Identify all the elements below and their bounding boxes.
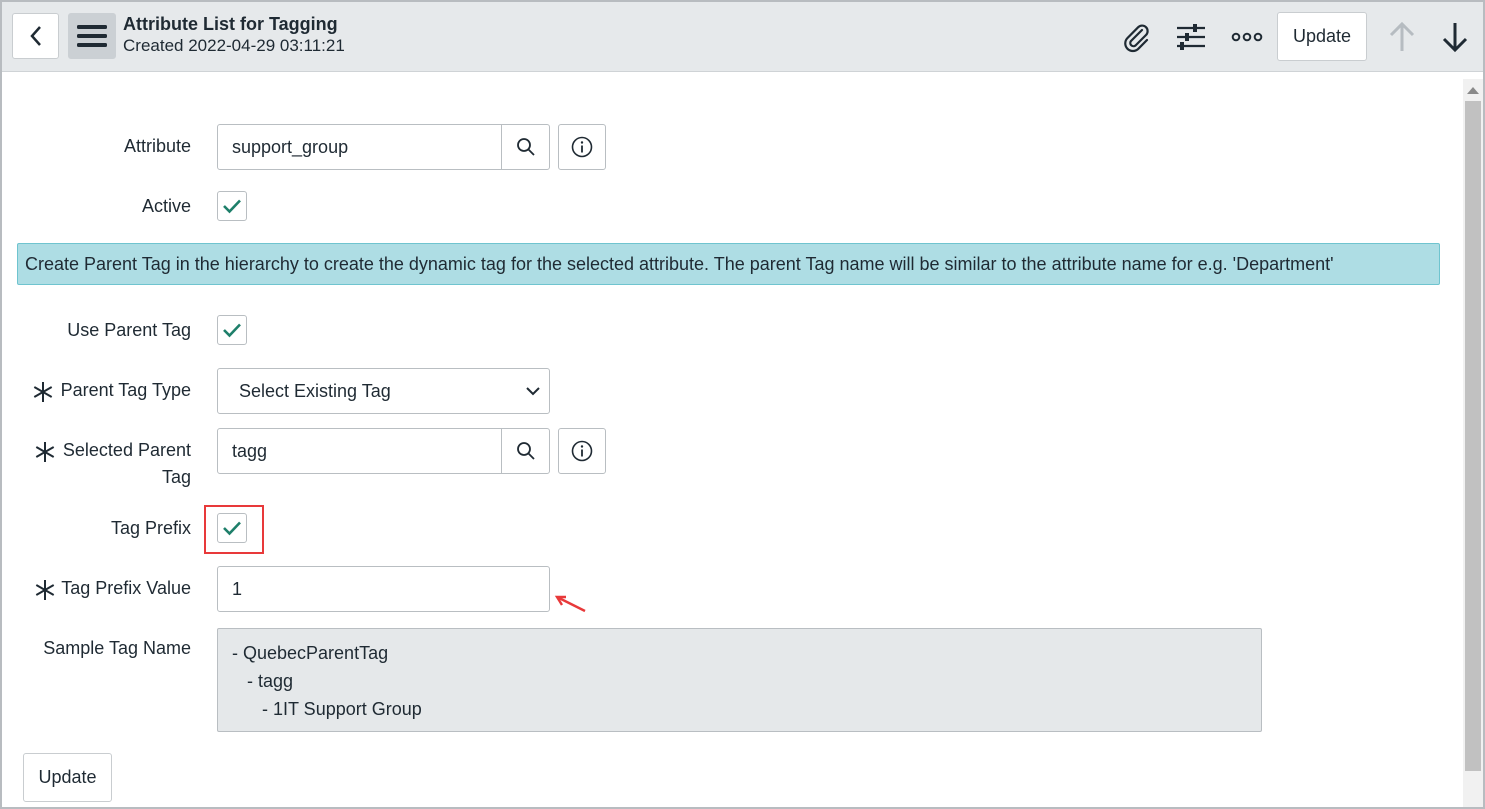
selected-parent-tag-info-button[interactable] xyxy=(558,428,606,474)
selected-parent-tag-label-line2: Tag xyxy=(161,467,191,487)
active-checkbox[interactable] xyxy=(217,191,247,221)
use-parent-tag-label: Use Parent Tag xyxy=(67,320,191,340)
checkmark-icon xyxy=(223,323,241,338)
tag-prefix-value-input[interactable]: 1 xyxy=(217,566,550,612)
use-parent-tag-checkbox[interactable] xyxy=(217,315,247,345)
update-button-header[interactable]: Update xyxy=(1277,12,1367,61)
personalize-form-button[interactable] xyxy=(1171,17,1211,57)
selected-parent-tag-label-line1: Selected Parent xyxy=(62,440,191,460)
parent-tag-type-select[interactable]: Select Existing Tag xyxy=(217,368,550,414)
scroll-up-arrow-icon[interactable] xyxy=(1467,87,1479,94)
search-icon xyxy=(516,442,535,460)
next-record-button[interactable] xyxy=(1435,17,1475,57)
arrow-down-icon xyxy=(1442,23,1468,53)
sample-tag-line: - 1IT Support Group xyxy=(232,699,422,719)
sliders-icon xyxy=(1177,24,1205,50)
attribute-label: Attribute xyxy=(123,136,191,156)
attribute-lookup-button[interactable] xyxy=(501,124,550,170)
active-label: Active xyxy=(141,196,191,216)
required-asterisk-icon xyxy=(33,382,53,402)
info-icon xyxy=(571,440,593,462)
tag-prefix-checkbox[interactable] xyxy=(217,513,247,543)
sample-tag-name-label: Sample Tag Name xyxy=(43,638,191,658)
checkmark-icon xyxy=(223,521,241,536)
more-dots-icon xyxy=(1231,32,1263,42)
arrow-up-icon xyxy=(1389,21,1415,51)
attribute-info-button[interactable] xyxy=(558,124,606,170)
created-timestamp: Created 2022-04-29 03:11:21 xyxy=(123,36,345,55)
required-asterisk-icon xyxy=(35,442,55,462)
parent-tag-type-label: Parent Tag Type xyxy=(60,380,191,400)
attribute-input[interactable]: support_group xyxy=(217,124,502,170)
form-header: Attribute List for Tagging Created 2022-… xyxy=(2,2,1483,72)
title-block: Attribute List for Tagging Created 2022-… xyxy=(123,14,345,56)
app-frame: Attribute List for Tagging Created 2022-… xyxy=(0,0,1485,809)
tag-prefix-value-label: Tag Prefix Value xyxy=(61,578,191,598)
sample-tag-name-preview: - QuebecParentTag - tagg - 1IT Support G… xyxy=(217,628,1262,732)
chevron-left-icon xyxy=(29,26,41,46)
context-menu-button[interactable] xyxy=(68,13,116,59)
paperclip-icon xyxy=(1124,24,1149,53)
parent-tag-type-value: Select Existing Tag xyxy=(239,380,391,401)
hamburger-icon xyxy=(77,25,107,47)
scroll-thumb[interactable] xyxy=(1465,101,1481,771)
required-asterisk-icon xyxy=(35,580,55,600)
selected-parent-tag-lookup-button[interactable] xyxy=(501,428,550,474)
chevron-down-icon xyxy=(526,387,540,396)
search-icon xyxy=(516,138,535,156)
info-icon xyxy=(571,136,593,158)
sample-tag-line: - tagg xyxy=(232,671,294,691)
checkmark-icon xyxy=(223,199,241,214)
attachment-button[interactable] xyxy=(1116,17,1156,57)
annotation-arrow-icon xyxy=(554,595,586,613)
page-title: Attribute List for Tagging xyxy=(123,14,338,34)
back-button[interactable] xyxy=(12,13,59,59)
update-button-footer[interactable]: Update xyxy=(23,753,112,802)
vertical-scrollbar[interactable] xyxy=(1463,79,1483,807)
selected-parent-tag-input[interactable]: tagg xyxy=(217,428,502,474)
sample-tag-line: - QuebecParentTag xyxy=(232,643,389,663)
previous-record-button[interactable] xyxy=(1382,17,1422,57)
more-options-button[interactable] xyxy=(1227,17,1267,57)
tag-prefix-label: Tag Prefix xyxy=(110,518,191,538)
info-message-banner: Create Parent Tag in the hierarchy to cr… xyxy=(17,243,1440,285)
